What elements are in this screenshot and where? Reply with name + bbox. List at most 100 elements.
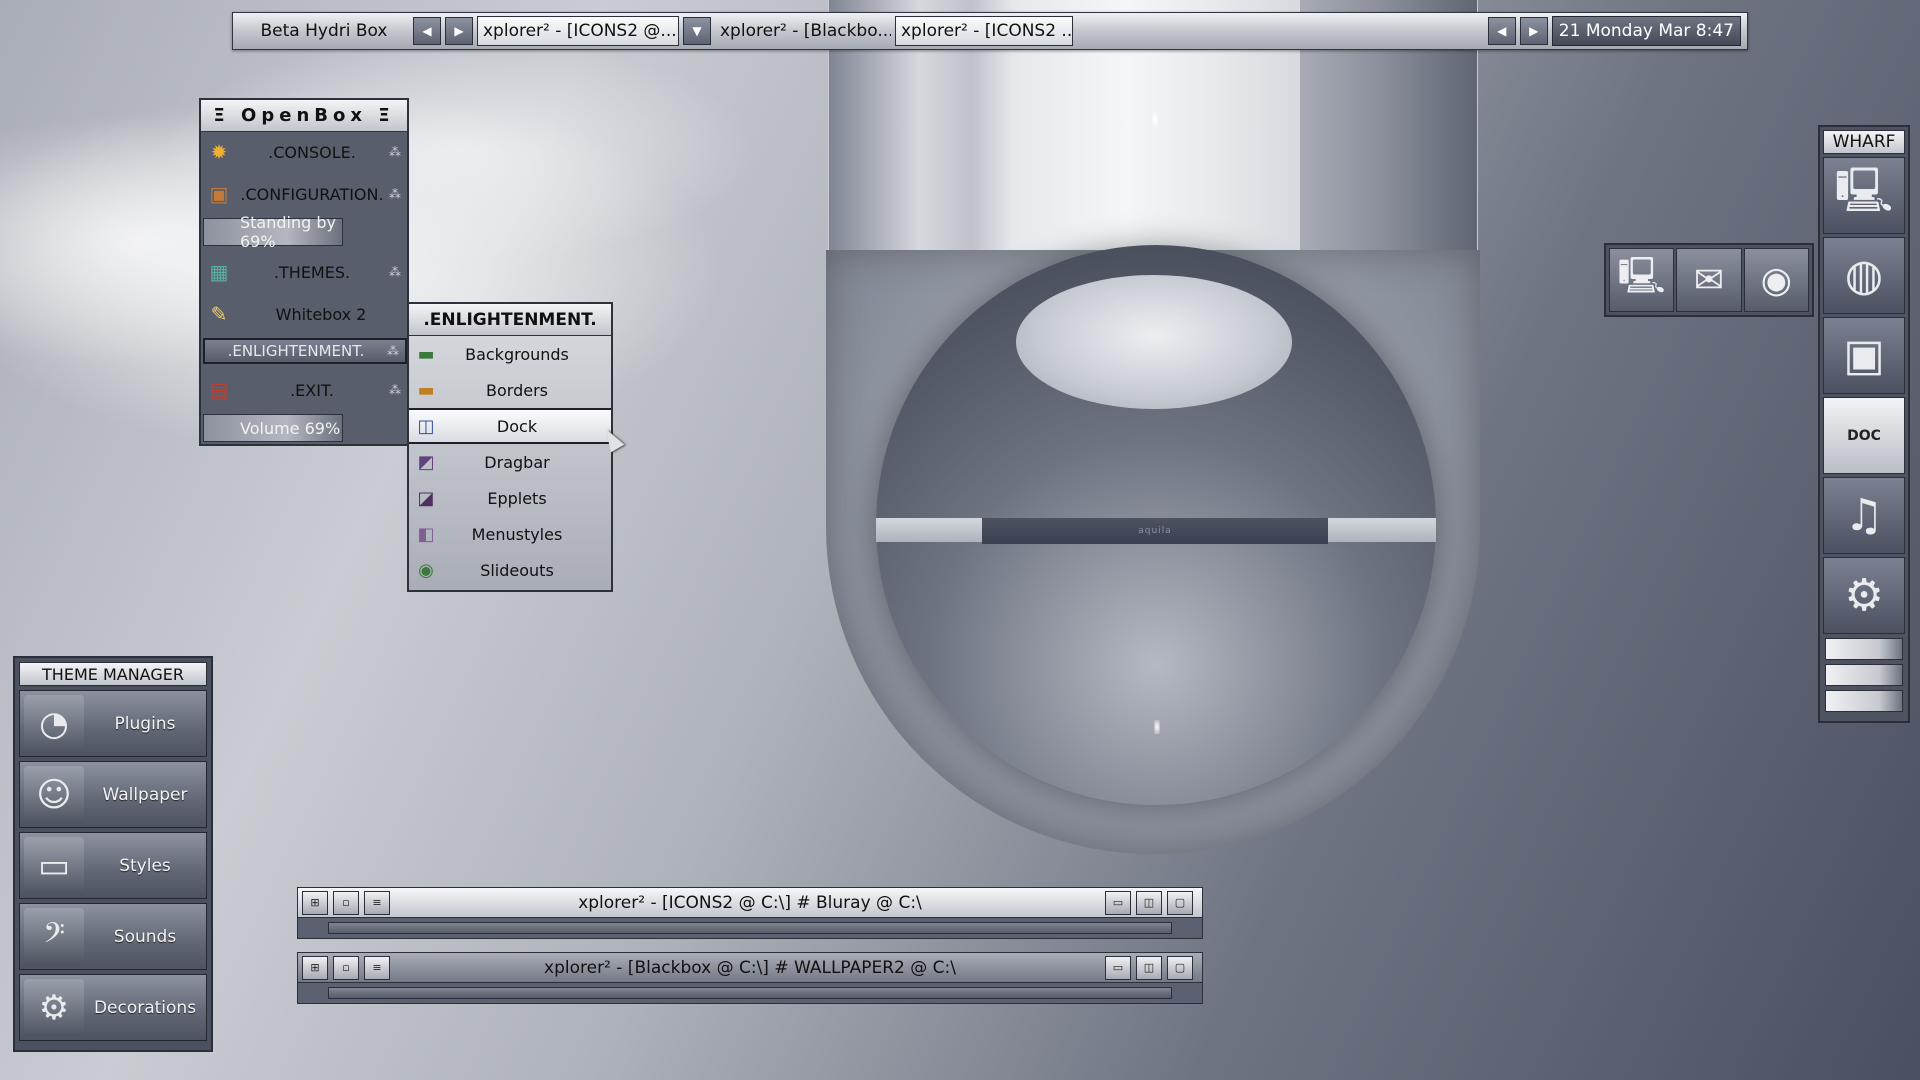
standby-label: Standing by 69% (240, 213, 336, 251)
volume-label: Volume 69% (240, 418, 341, 438)
window-titlebar[interactable]: ⊞ ▫ ≡ xplorer² - [Blackbox @ C:\] # WALL… (298, 953, 1202, 983)
window-close-button[interactable]: ▢ (1167, 955, 1193, 980)
xplorer-window-active: ⊞ ▫ ≡ xplorer² - [ICONS2 @ C:\] # Bluray… (297, 887, 1203, 939)
standby-slider[interactable]: Standing by 69% (203, 213, 343, 251)
computer-network-icon[interactable]: 🖳 (1609, 248, 1675, 312)
volume-slider[interactable]: Volume 69% (203, 414, 343, 442)
taskbar-task[interactable]: xplorer² - [ICONS2 ... (895, 16, 1073, 46)
bass-clef-icon: 𝄢 (24, 907, 84, 966)
clock[interactable]: 21 Monday Mar 8:47 (1551, 16, 1741, 46)
doc-label: DOC (1847, 427, 1881, 444)
doc-icon[interactable]: DOC (1823, 397, 1905, 474)
plugins-button[interactable]: ◔ Plugins (19, 690, 207, 757)
window-minimize-button[interactable]: ▭ (1105, 890, 1131, 915)
submenu-arrow-icon: ⁂ (389, 145, 401, 159)
submenu-item-dragbar[interactable]: ◩ Dragbar (409, 444, 611, 480)
finder-face-icon: ☺ (24, 765, 84, 824)
menu-item-label: .EXIT. (290, 380, 334, 400)
sounds-button[interactable]: 𝄢 Sounds (19, 903, 207, 970)
window-resize-bar[interactable] (328, 922, 1172, 934)
computer-icon[interactable]: 🖳 (1823, 157, 1905, 234)
network-icon[interactable]: ▣ (1823, 317, 1905, 394)
window-shade-button[interactable]: ≡ (364, 890, 390, 915)
submenu-arrow-icon: ⁂ (387, 344, 399, 358)
wharf-slider[interactable] (1825, 664, 1903, 686)
submenu-item-label: Menustyles (471, 524, 563, 544)
submenu-item-label: Borders (486, 380, 548, 400)
submenu-item-epplets[interactable]: ◪ Epplets (409, 480, 611, 516)
next-window-button[interactable]: ▶ (1519, 17, 1548, 45)
themes-icon: ▦ (209, 260, 229, 284)
window-menu-button[interactable]: ⊞ (302, 890, 328, 915)
window-titlebar[interactable]: ⊞ ▫ ≡ xplorer² - [ICONS2 @ C:\] # Bluray… (298, 888, 1202, 918)
arrow-right-icon: ▶ (1529, 24, 1539, 38)
speaker-icon[interactable]: ◉ (1743, 248, 1809, 312)
arrow-down-icon: ▼ (692, 24, 702, 38)
task-menu-button[interactable]: ▼ (683, 17, 711, 45)
window-maximize-button[interactable]: ◫ (1136, 890, 1162, 915)
next-workspace-button[interactable]: ▶ (445, 17, 473, 45)
decorations-button[interactable]: ⚙ Decorations (19, 974, 207, 1041)
window-shade-button[interactable]: ≡ (364, 955, 390, 980)
enlightenment-submenu: .ENLIGHTENMENT. ▬ Backgrounds ▬ Borders … (407, 302, 613, 592)
submenu-item-slideouts[interactable]: ◉ Slideouts (409, 552, 611, 588)
folder-icon: ▬ (417, 343, 435, 365)
window-stick-button[interactable]: ▫ (333, 955, 359, 980)
submenu-item-backgrounds[interactable]: ▬ Backgrounds (409, 336, 611, 372)
prev-window-button[interactable]: ◀ (1487, 17, 1516, 45)
gear-icon: ✹ (210, 140, 228, 164)
menu-item-label: .THEMES. (273, 262, 351, 282)
window-stick-button[interactable]: ▫ (333, 890, 359, 915)
workspace-name[interactable]: Beta Hydri Box (239, 21, 409, 41)
styles-button[interactable]: ▭ Styles (19, 832, 207, 899)
submenu-item-borders[interactable]: ▬ Borders (409, 372, 611, 408)
wallpaper-button[interactable]: ☺ Wallpaper (19, 761, 207, 828)
globe-icon[interactable]: ◍ (1823, 237, 1905, 314)
box-icon: ▣ (209, 182, 229, 206)
submenu-item-menustyles[interactable]: ◧ Menustyles (409, 516, 611, 552)
menu-item-themes[interactable]: ▦ .THEMES. ⁂ (203, 254, 407, 290)
openbox-menu-title[interactable]: Ξ OpenBox Ξ (201, 100, 407, 132)
submenu-item-label: Backgrounds (465, 344, 569, 364)
mail-icon[interactable]: ✉ (1676, 248, 1742, 312)
submenu-item-label: Dock (496, 416, 538, 436)
prev-workspace-button[interactable]: ◀ (413, 17, 441, 45)
submenu-title[interactable]: .ENLIGHTENMENT. (409, 304, 611, 336)
submenu-item-label: Epplets (487, 488, 547, 508)
window-maximize-button[interactable]: ◫ (1136, 955, 1162, 980)
arrow-right-icon: ▶ (454, 24, 464, 38)
wharf-slider[interactable] (1825, 690, 1903, 712)
submenu-item-label: Dragbar (484, 452, 550, 472)
taskbar-task[interactable]: xplorer² - [Blackbo... (715, 16, 891, 46)
menu-item-console[interactable]: ✹ .CONSOLE. ⁂ (203, 134, 407, 170)
submenu-arrow-icon: ⁂ (389, 265, 401, 279)
window-menu-button[interactable]: ⊞ (302, 955, 328, 980)
menu-item-configuration[interactable]: ▣ .CONFIGURATION. ⁂ (203, 176, 407, 212)
music-cd-icon[interactable]: ♫ (1823, 477, 1905, 554)
window-close-button[interactable]: ▢ (1167, 890, 1193, 915)
wharf-slider[interactable] (1825, 638, 1903, 660)
menu-item-label: .CONFIGURATION. (240, 184, 384, 204)
gear-icon: ⚙ (24, 978, 84, 1037)
window-minimize-button[interactable]: ▭ (1105, 955, 1131, 980)
window-title: xplorer² - [ICONS2 @ C:\] # Bluray @ C:\ (578, 892, 922, 913)
document-icon: ◧ (417, 523, 435, 545)
openbox-menu: Ξ OpenBox Ξ ✹ .CONSOLE. ⁂ ▣ .CONFIGURATI… (199, 98, 409, 446)
submenu-item-dock[interactable]: ◫ Dock (409, 408, 611, 444)
settings-icon[interactable]: ⚙ (1823, 557, 1905, 634)
dock-icon: ◫ (417, 415, 435, 437)
theme-manager-panel: THEME MANAGER ◔ Plugins ☺ Wallpaper ▭ St… (13, 656, 213, 1052)
menu-item-enlightenment[interactable]: .ENLIGHTENMENT. ⁂ (203, 338, 407, 364)
arrow-left-icon: ◀ (422, 24, 432, 38)
slideouts-icon: ◉ (418, 559, 434, 581)
menu-item-whitebox[interactable]: ✎ Whitebox 2 (203, 296, 407, 332)
menu-item-label: .ENLIGHTENMENT. (227, 342, 365, 360)
arrow-left-icon: ◀ (1497, 24, 1507, 38)
taskbar-task[interactable]: xplorer² - [ICONS2 @... (477, 16, 679, 46)
wallpaper-glint (1152, 112, 1158, 126)
menu-item-exit[interactable]: ▤ .EXIT. ⁂ (203, 372, 407, 408)
submenu-arrow-icon: ⁂ (389, 187, 401, 201)
window-title: xplorer² - [Blackbox @ C:\] # WALLPAPER2… (544, 957, 956, 978)
xplorer-window-inactive: ⊞ ▫ ≡ xplorer² - [Blackbox @ C:\] # WALL… (297, 952, 1203, 1004)
window-resize-bar[interactable] (328, 987, 1172, 999)
